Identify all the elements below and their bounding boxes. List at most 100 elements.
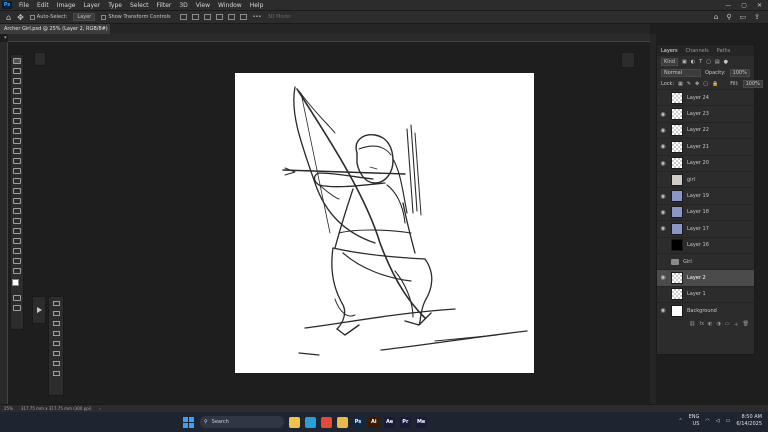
menu-select[interactable]: Select — [126, 2, 153, 9]
document-canvas[interactable] — [235, 73, 534, 373]
lock-position-icon[interactable]: ✥ — [695, 81, 699, 87]
type-tool[interactable] — [13, 218, 21, 224]
hand-tool[interactable] — [13, 248, 21, 254]
filter-pixel-icon[interactable]: ▣ — [682, 59, 687, 65]
layer-row[interactable]: Layer 1 — [657, 285, 754, 302]
add-mask-icon[interactable]: ◐ — [708, 321, 712, 327]
battery-icon[interactable]: ▭ — [726, 418, 731, 424]
menu-3d[interactable]: 3D — [175, 2, 191, 9]
menu-image[interactable]: Image — [53, 2, 80, 9]
lock-transparency-icon[interactable]: ▦ — [678, 81, 683, 87]
foreground-color-swatch[interactable] — [12, 279, 19, 286]
zoom-tool[interactable] — [13, 258, 21, 264]
layer-row[interactable]: girl — [657, 170, 754, 187]
marquee-tool[interactable] — [13, 68, 21, 74]
edit-toolbar-icon[interactable] — [13, 268, 21, 274]
menu-help[interactable]: Help — [246, 2, 268, 9]
menu-edit[interactable]: Edit — [33, 2, 53, 9]
move-tool[interactable] — [13, 58, 21, 64]
menu-file[interactable]: File — [15, 2, 33, 9]
wifi-icon[interactable]: ◠ — [705, 418, 709, 424]
visibility-eye-icon[interactable]: ◉ — [657, 127, 669, 134]
rectangle-tool[interactable] — [13, 238, 21, 244]
filter-type-icon[interactable]: T — [699, 59, 702, 65]
libraries-icon[interactable] — [52, 371, 60, 376]
tab-paths[interactable]: Paths — [713, 48, 735, 54]
blur-tool[interactable] — [13, 188, 21, 194]
chrome-app-icon[interactable] — [320, 416, 332, 428]
path-select-tool[interactable] — [13, 228, 21, 234]
minimize-button[interactable]: — — [725, 2, 731, 9]
align-top-icon[interactable] — [215, 14, 223, 20]
quick-mask-icon[interactable] — [13, 295, 21, 301]
zoom-level[interactable]: 25% — [4, 405, 13, 412]
tray-chevron-icon[interactable]: ⌃ — [678, 418, 682, 424]
history-panel-icon[interactable] — [34, 52, 46, 66]
align-right-icon[interactable] — [203, 14, 211, 20]
frame-tool[interactable] — [13, 108, 21, 114]
document-tab[interactable]: Archer Girl.psd @ 25% (Layer 2, RGB/8#) … — [0, 24, 110, 42]
status-arrow-icon[interactable]: › — [99, 405, 101, 412]
filter-shape-icon[interactable]: ▢ — [706, 59, 711, 65]
brush-tool[interactable] — [13, 138, 21, 144]
illustrator-app-icon[interactable]: Ai — [368, 416, 380, 428]
delete-layer-icon[interactable]: 🗑 — [743, 321, 749, 327]
kind-filter-dropdown[interactable]: Kind — [661, 57, 679, 66]
visibility-eye-icon[interactable]: ◉ — [657, 111, 669, 118]
quick-select-tool[interactable] — [13, 88, 21, 94]
tab-channels[interactable]: Channels — [682, 48, 713, 54]
visibility-eye-icon[interactable]: ◉ — [657, 225, 669, 232]
home-screen-icon[interactable]: ⌂ — [714, 13, 718, 21]
start-button[interactable] — [183, 416, 194, 428]
align-left-icon[interactable] — [179, 14, 187, 20]
layer-row[interactable]: ◉ Layer 22 — [657, 121, 754, 138]
gradient-tool[interactable] — [13, 178, 21, 184]
opacity-field[interactable]: 100% — [729, 68, 750, 77]
clock[interactable]: 8:50 AM 6/14/2025 — [736, 414, 762, 428]
media-encoder-app-icon[interactable]: Me — [415, 416, 427, 428]
clone-source-icon[interactable] — [52, 311, 60, 316]
visibility-eye-icon[interactable]: ◉ — [657, 160, 669, 167]
folder-app-icon[interactable] — [336, 416, 348, 428]
properties-panel-icon[interactable] — [621, 52, 635, 68]
menu-layer[interactable]: Layer — [79, 2, 104, 9]
eyedropper-tool[interactable] — [13, 118, 21, 124]
move-tool-icon[interactable]: ✥ — [17, 13, 24, 22]
visibility-eye-icon[interactable]: ◉ — [657, 143, 669, 150]
visibility-eye-icon[interactable]: ◉ — [657, 209, 669, 216]
fx-icon[interactable]: fx — [699, 321, 704, 327]
history-brush-tool[interactable] — [13, 158, 21, 164]
transform-controls-checkbox[interactable] — [101, 14, 107, 20]
layer-row[interactable]: ◉ Background — [657, 302, 754, 318]
menu-view[interactable]: View — [192, 2, 214, 9]
more-options-icon[interactable]: ••• — [253, 14, 262, 20]
swatches-icon[interactable] — [52, 351, 60, 356]
edge-app-icon[interactable] — [305, 416, 317, 428]
pen-tool[interactable] — [13, 208, 21, 214]
align-bottom-icon[interactable] — [239, 14, 247, 20]
play-icon[interactable] — [36, 307, 42, 313]
new-layer-icon[interactable]: ＋ — [734, 321, 739, 328]
premiere-app-icon[interactable]: Pr — [399, 416, 411, 428]
visibility-eye-icon[interactable]: ◉ — [657, 193, 669, 200]
close-button[interactable]: ✕ — [757, 2, 762, 9]
workspace-icon[interactable]: ▭ — [740, 13, 747, 21]
clone-stamp-tool[interactable] — [13, 148, 21, 154]
lock-pixels-icon[interactable]: ✎ — [687, 81, 691, 87]
character-icon[interactable] — [52, 321, 60, 326]
link-layers-icon[interactable]: ⛓ — [689, 321, 695, 327]
tab-layers[interactable]: Layers — [657, 48, 682, 54]
layer-row[interactable]: ◉ Layer 20 — [657, 154, 754, 171]
language-indicator[interactable]: ENG US — [689, 414, 700, 428]
photoshop-app-icon[interactable]: Ps — [352, 416, 364, 428]
menu-window[interactable]: Window — [214, 2, 246, 9]
visibility-eye-icon[interactable]: ◉ — [657, 307, 669, 314]
layer-row[interactable]: Layer 16 — [657, 236, 754, 253]
blend-mode-dropdown[interactable]: Normal — [661, 68, 701, 77]
auto-select-checkbox[interactable] — [29, 14, 35, 20]
eraser-tool[interactable] — [13, 168, 21, 174]
search-icon[interactable]: ⚲ — [726, 13, 731, 21]
align-middle-icon[interactable] — [227, 14, 235, 20]
brush-settings-icon[interactable] — [52, 301, 60, 306]
filter-smart-icon[interactable]: ▤ — [715, 59, 720, 65]
